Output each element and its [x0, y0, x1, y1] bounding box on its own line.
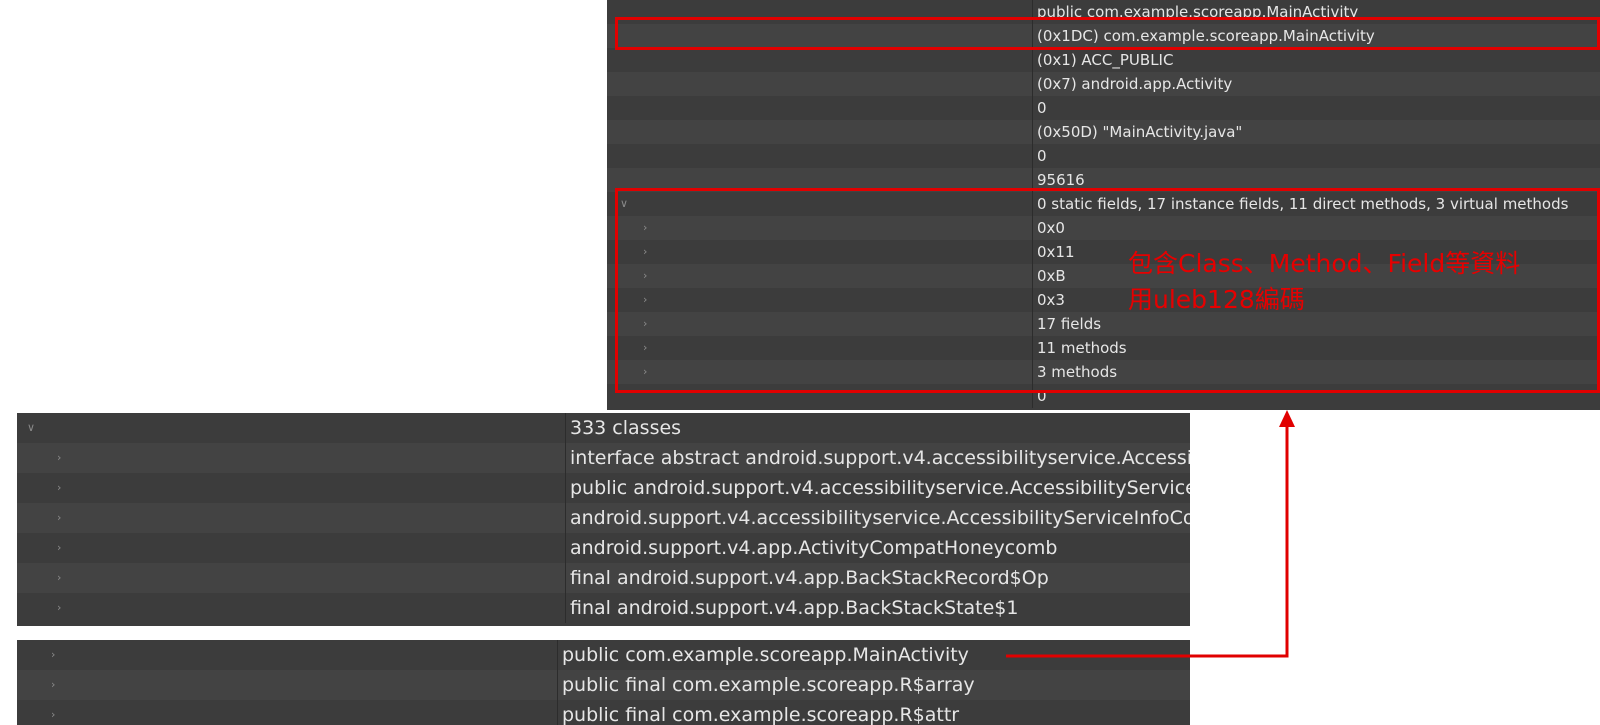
field-value: 0: [1032, 96, 1600, 120]
field-value: public com.example.scoreapp.MainActivity: [557, 640, 1190, 670]
collapsed-chevron-icon[interactable]: ›: [57, 473, 61, 503]
tree-row[interactable]: ›struct class_def_item class_def[4]final…: [17, 563, 1190, 593]
class-defs-list-panel: ∨struct class_def_item_list dex_class_de…: [17, 413, 1190, 626]
collapsed-chevron-icon[interactable]: ›: [643, 312, 647, 336]
field-value: final android.support.v4.app.BackStackSt…: [565, 593, 1190, 623]
collapsed-chevron-icon[interactable]: ›: [643, 336, 647, 360]
field-value: 95616: [1032, 168, 1600, 192]
collapsed-chevron-icon[interactable]: ›: [643, 288, 647, 312]
expanded-chevron-icon[interactable]: ∨: [27, 413, 35, 443]
field-value: 333 classes: [565, 413, 1190, 443]
annotation-line-2: 用uleb128編碼: [1128, 285, 1305, 314]
tree-row[interactable]: uint source_file_idx(0x50D) "MainActivit…: [607, 120, 1600, 144]
annotation-text: 包含Class、Method、Field等資料 用uleb128編碼: [1128, 246, 1520, 318]
tree-row[interactable]: uint static_values_off0: [607, 384, 1600, 408]
field-value: (0x1) ACC_PUBLIC: [1032, 48, 1600, 72]
collapsed-chevron-icon[interactable]: ›: [51, 640, 55, 670]
collapsed-chevron-icon[interactable]: ›: [57, 443, 61, 473]
tree-row[interactable]: ›struct encoded_method_list direct_metho…: [607, 336, 1600, 360]
field-value: android.support.v4.accessibilityservice.…: [565, 503, 1190, 533]
collapsed-chevron-icon[interactable]: ›: [643, 240, 647, 264]
field-value: 0: [1032, 384, 1600, 408]
tree-row[interactable]: ›struct class_def_item class_def[0]inter…: [17, 443, 1190, 473]
field-value: (0x50D) "MainActivity.java": [1032, 120, 1600, 144]
tree-row[interactable]: ∨struct class_data_item class_data0 stat…: [607, 192, 1600, 216]
collapsed-chevron-icon[interactable]: ›: [643, 360, 647, 384]
field-value: final android.support.v4.app.BackStackRe…: [565, 563, 1190, 593]
field-value: public com.example.scoreapp.MainActivity: [1032, 0, 1600, 24]
collapsed-chevron-icon[interactable]: ›: [51, 670, 55, 700]
tree-row[interactable]: uint superclass_idx(0x7) android.app.Act…: [607, 72, 1600, 96]
top-struct-panel: ∨struct class_def_item class_def[220]pub…: [607, 0, 1600, 410]
collapsed-chevron-icon[interactable]: ›: [57, 503, 61, 533]
tree-row[interactable]: ›struct class_def_item class_def[3]andro…: [17, 533, 1190, 563]
field-value: interface abstract android.support.v4.ac…: [565, 443, 1190, 473]
tree-row[interactable]: ›struct class_def_item class_def[1]publi…: [17, 473, 1190, 503]
tree-row[interactable]: ∨struct class_def_item class_def[220]pub…: [607, 0, 1600, 24]
tree-row[interactable]: ∨struct class_def_item_list dex_class_de…: [17, 413, 1190, 443]
tree-row[interactable]: uint annotations_off0: [607, 144, 1600, 168]
collapsed-chevron-icon[interactable]: ›: [643, 264, 647, 288]
collapsed-chevron-icon[interactable]: ›: [57, 563, 61, 593]
field-value: 0 static fields, 17 instance fields, 11 …: [1032, 192, 1600, 216]
tree-row[interactable]: ›struct class_def_item class_def[5]final…: [17, 593, 1190, 623]
tree-row[interactable]: enum ACCESS_FLAGS access_flags(0x1) ACC_…: [607, 48, 1600, 72]
tree-row[interactable]: uint class_idx(0x1DC) com.example.scorea…: [607, 24, 1600, 48]
field-value: public final com.example.scoreapp.R$arra…: [557, 670, 1190, 700]
field-value: android.support.v4.app.ActivityCompatHon…: [565, 533, 1190, 563]
collapsed-chevron-icon[interactable]: ›: [57, 593, 61, 623]
tree-row[interactable]: ›struct class_def_item class_def[2]andro…: [17, 503, 1190, 533]
expanded-chevron-icon[interactable]: ∨: [620, 192, 628, 216]
field-value: 0: [1032, 144, 1600, 168]
collapsed-chevron-icon[interactable]: ›: [643, 216, 647, 240]
tree-row[interactable]: ›struct class_def_item class_def[220]pub…: [17, 640, 1190, 670]
tree-row[interactable]: uint class_data_off95616: [607, 168, 1600, 192]
field-value: (0x1DC) com.example.scoreapp.MainActivit…: [1032, 24, 1600, 48]
tree-row[interactable]: ›struct class_def_item class_def[221]pub…: [17, 670, 1190, 700]
annotation-line-1: 包含Class、Method、Field等資料: [1128, 249, 1521, 278]
tree-row[interactable]: ›struct encoded_method_list virtual_meth…: [607, 360, 1600, 384]
field-value: public android.support.v4.accessibilitys…: [565, 473, 1190, 503]
tree-row[interactable]: ›struct class_def_item class_def[222]pub…: [17, 700, 1190, 725]
field-value: (0x7) android.app.Activity: [1032, 72, 1600, 96]
arrow-head: [1279, 410, 1295, 427]
field-value: 11 methods: [1032, 336, 1600, 360]
field-value: 3 methods: [1032, 360, 1600, 384]
tree-row[interactable]: uint interfaces_off0: [607, 96, 1600, 120]
field-value: 0x0: [1032, 216, 1600, 240]
collapsed-chevron-icon[interactable]: ›: [57, 533, 61, 563]
class-defs-continued-panel: ›struct class_def_item class_def[220]pub…: [17, 640, 1190, 725]
collapsed-chevron-icon[interactable]: ›: [51, 700, 55, 725]
tree-row[interactable]: ›struct uleb128 static_fields_size0x0: [607, 216, 1600, 240]
field-value: public final com.example.scoreapp.R$attr: [557, 700, 1190, 725]
